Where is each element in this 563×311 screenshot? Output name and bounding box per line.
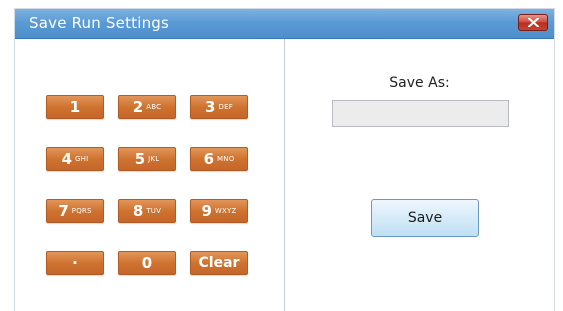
save-as-label: Save As: [389,75,450,91]
key-digit: 2 [132,97,144,116]
key-9[interactable]: 9 WXYZ [190,199,248,223]
key-dot[interactable]: · [46,251,104,275]
close-button[interactable] [518,14,548,31]
key-digit: · [72,253,78,272]
save-button[interactable]: Save [371,199,479,237]
key-digit: 5 [134,149,146,168]
save-run-settings-dialog: Save Run Settings 1 2 ABC 3 DEF 4 GHI 5 … [14,8,555,311]
save-panel: Save As: Save [285,39,554,311]
key-1[interactable]: 1 [46,95,104,119]
key-letters: JKL [148,154,160,163]
key-letters: MNO [217,154,235,163]
key-7[interactable]: 7 PQRS [46,199,104,223]
key-4[interactable]: 4 GHI [46,147,104,171]
key-digit: 4 [61,149,73,168]
key-8[interactable]: 8 TUV [118,199,176,223]
close-x-icon [528,18,539,27]
title-bar[interactable]: Save Run Settings [15,9,554,39]
key-letters: DEF [218,102,233,111]
key-5[interactable]: 5 JKL [118,147,176,171]
key-digit: 3 [205,97,216,116]
key-digit: 9 [201,201,212,220]
key-digit: 8 [132,201,144,220]
key-digit: 7 [58,201,69,220]
key-letters: ABC [146,102,162,111]
key-digit: 6 [203,149,215,168]
window-title: Save Run Settings [29,14,170,32]
key-digit: 1 [69,97,81,116]
screen: Save Run Settings 1 2 ABC 3 DEF 4 GHI 5 … [0,0,563,311]
clear-key[interactable]: Clear [190,251,248,275]
key-letters: GHI [75,154,89,163]
key-2[interactable]: 2 ABC [118,95,176,119]
key-digit: 0 [141,253,153,272]
key-letters: TUV [146,206,162,215]
key-0[interactable]: 0 [118,251,176,275]
key-letters: PQRS [71,206,92,215]
key-3[interactable]: 3 DEF [190,95,248,119]
clear-label: Clear [198,255,240,271]
keypad: 1 2 ABC 3 DEF 4 GHI 5 JKL 6 MNO 7 PQRS 8… [15,39,284,311]
key-6[interactable]: 6 MNO [190,147,248,171]
save-as-input[interactable] [332,100,509,127]
key-letters: WXYZ [214,206,237,215]
